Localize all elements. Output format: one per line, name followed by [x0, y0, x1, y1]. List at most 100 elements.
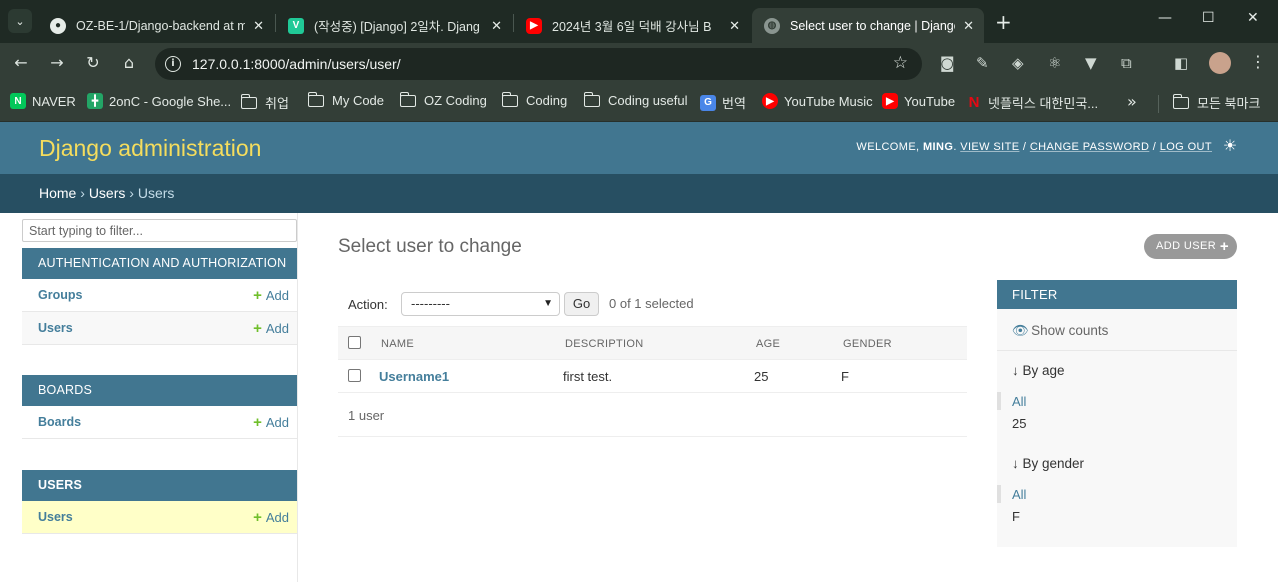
action-select[interactable]: --------- ▼ — [401, 292, 560, 316]
bookmark-folder[interactable]: 취업 — [240, 93, 289, 112]
bookmark-folder[interactable]: Coding useful — [583, 91, 688, 108]
show-counts-link[interactable]: 👁 Show counts — [1012, 323, 1108, 339]
bookmark-folder[interactable]: Coding — [501, 91, 568, 108]
site-info-icon[interactable]: i — [165, 56, 181, 72]
model-link-users[interactable]: Users — [38, 321, 73, 335]
user-tools: WELCOME, MING. VIEW SITE / CHANGE PASSWO… — [856, 141, 1212, 153]
side-panel-icon[interactable]: ◧ — [1174, 54, 1188, 72]
breadcrumb: Home › Users › Users — [0, 174, 1278, 213]
sidebar-item-auth-users[interactable]: Users + Add — [22, 312, 297, 345]
filter-gender-f[interactable]: F — [1012, 509, 1020, 524]
all-bookmarks[interactable]: 모든 북마크 — [1172, 93, 1260, 112]
puzzle-extensions-icon[interactable]: ⧉ — [1121, 54, 1132, 72]
page-title: Select user to change — [338, 236, 522, 257]
model-link-users[interactable]: Users — [38, 510, 73, 524]
tab-title: (작성중) [Django] 2일차. Djang — [314, 20, 480, 34]
vue-devtools-icon[interactable]: ▼ — [1085, 54, 1097, 72]
cell-description: first test. — [563, 369, 613, 384]
bookmarks-overflow-icon[interactable]: » — [1127, 92, 1137, 111]
column-header-name[interactable]: NAME — [381, 338, 414, 350]
bookmark-label: Coding — [526, 93, 568, 108]
select-all-checkbox[interactable] — [348, 336, 361, 349]
breadcrumb-app[interactable]: Users — [89, 185, 126, 201]
address-bar[interactable]: i 127.0.0.1:8000/admin/users/user/ ☆ — [155, 48, 922, 80]
tab-github[interactable]: ● OZ-BE-1/Django-backend at m ✕ — [38, 8, 274, 43]
bookmark-youtube-music[interactable]: ▶ YouTube Music — [762, 93, 873, 109]
welcome-text: WELCOME, — [856, 141, 920, 153]
add-boards-link[interactable]: + Add — [253, 414, 289, 431]
column-header-age[interactable]: AGE — [756, 338, 780, 350]
extension-icon[interactable]: ◈ — [1012, 54, 1024, 72]
profile-avatar[interactable] — [1209, 52, 1231, 74]
close-window-icon[interactable]: ✕ — [1247, 10, 1259, 26]
camera-extension-icon[interactable]: ◙ — [940, 54, 955, 72]
model-link-groups[interactable]: Groups — [38, 288, 82, 302]
action-counter: 0 of 1 selected — [609, 296, 694, 311]
close-icon[interactable]: ✕ — [491, 18, 502, 34]
add-users-link[interactable]: + Add — [253, 320, 289, 337]
bookmark-youtube[interactable]: ▶ YouTube — [882, 93, 955, 109]
column-header-description[interactable]: DESCRIPTION — [565, 338, 643, 350]
app-users-header[interactable]: USERS — [22, 470, 297, 501]
close-icon[interactable]: ✕ — [729, 18, 740, 34]
bookmark-translate[interactable]: G 번역 — [700, 93, 746, 112]
change-password-link[interactable]: CHANGE PASSWORD — [1030, 141, 1149, 153]
user-name-link[interactable]: Username1 — [379, 369, 449, 384]
bookmark-label: 취업 — [265, 96, 289, 111]
menu-kebab-icon[interactable]: ⋮ — [1250, 52, 1266, 71]
forward-icon[interactable]: → — [46, 53, 68, 72]
column-header-gender[interactable]: GENDER — [843, 338, 892, 350]
bookmark-2onc-sheet[interactable]: ╋ 2onC - Google She... — [87, 93, 231, 109]
sidebar-item-groups[interactable]: Groups + Add — [22, 279, 297, 312]
bookmark-label: 2onC - Google She... — [109, 93, 232, 109]
action-selected-option: --------- — [411, 296, 450, 311]
add-users-link[interactable]: + Add — [253, 509, 289, 526]
react-devtools-icon[interactable]: ⚛ — [1048, 54, 1061, 72]
go-button[interactable]: Go — [564, 292, 599, 316]
filter-gender-all[interactable]: All — [1012, 487, 1026, 502]
sidebar-filter-input[interactable] — [22, 219, 297, 242]
bookmark-netflix[interactable]: N 넷플릭스 대한민국... — [966, 93, 1099, 112]
close-icon[interactable]: ✕ — [963, 18, 974, 34]
tab-youtube[interactable]: ▶ 2024년 3월 6일 덕배 강사님 B ✕ — [514, 8, 750, 43]
sidebar-item-users[interactable]: Users + Add — [22, 501, 297, 534]
log-out-link[interactable]: LOG OUT — [1160, 141, 1212, 153]
bookmark-folder[interactable]: OZ Coding — [399, 91, 487, 108]
back-icon[interactable]: ← — [10, 53, 32, 72]
naver-icon: N — [10, 93, 26, 109]
bookmark-star-icon[interactable]: ☆ — [893, 53, 908, 73]
view-site-link[interactable]: VIEW SITE — [960, 141, 1019, 153]
add-groups-link[interactable]: + Add — [253, 287, 289, 304]
theme-toggle-icon[interactable]: ☀ — [1220, 136, 1240, 156]
globe-icon: ◍ — [764, 17, 780, 34]
app-auth-header[interactable]: AUTHENTICATION AND AUTHORIZATION — [22, 248, 297, 279]
model-link-boards[interactable]: Boards — [38, 415, 81, 429]
site-branding[interactable]: Django administration — [39, 135, 261, 162]
url-text[interactable]: 127.0.0.1:8000/admin/users/user/ — [192, 56, 401, 72]
tab-search-button[interactable]: ⌄ — [8, 9, 32, 33]
bookmark-naver[interactable]: N NAVER — [10, 93, 76, 109]
sheets-icon: ╋ — [87, 93, 103, 109]
home-icon[interactable]: ⌂ — [118, 53, 140, 72]
reload-icon[interactable]: ↻ — [82, 53, 104, 72]
tab-django-admin[interactable]: ◍ Select user to change | Django ✕ — [752, 8, 984, 43]
new-tab-button[interactable]: + — [995, 10, 1012, 34]
selected-choice-marker — [997, 485, 1001, 503]
minimize-icon[interactable]: — — [1158, 10, 1172, 26]
close-icon[interactable]: ✕ — [253, 18, 264, 34]
actions-bar: Action: --------- ▼ Go 0 of 1 selected — [338, 287, 967, 323]
breadcrumb-home[interactable]: Home — [39, 185, 76, 201]
sidebar-item-boards[interactable]: Boards + Add — [22, 406, 297, 439]
row-checkbox[interactable] — [348, 369, 361, 382]
eyedropper-extension-icon[interactable]: ✎ — [976, 54, 989, 72]
bookmark-label: 넷플릭스 대한민국... — [988, 96, 1099, 111]
bookmark-folder[interactable]: My Code — [307, 91, 384, 108]
filter-age-25[interactable]: 25 — [1012, 416, 1026, 431]
maximize-icon[interactable]: ☐ — [1202, 10, 1215, 26]
add-user-button[interactable]: ADD USER + — [1144, 234, 1237, 259]
filter-age-all[interactable]: All — [1012, 394, 1026, 409]
velog-icon: V — [288, 17, 304, 34]
tab-velog[interactable]: V (작성중) [Django] 2일차. Djang ✕ — [276, 8, 512, 43]
table-header: NAME DESCRIPTION AGE GENDER — [338, 326, 967, 360]
app-boards-header[interactable]: BOARDS — [22, 375, 297, 406]
